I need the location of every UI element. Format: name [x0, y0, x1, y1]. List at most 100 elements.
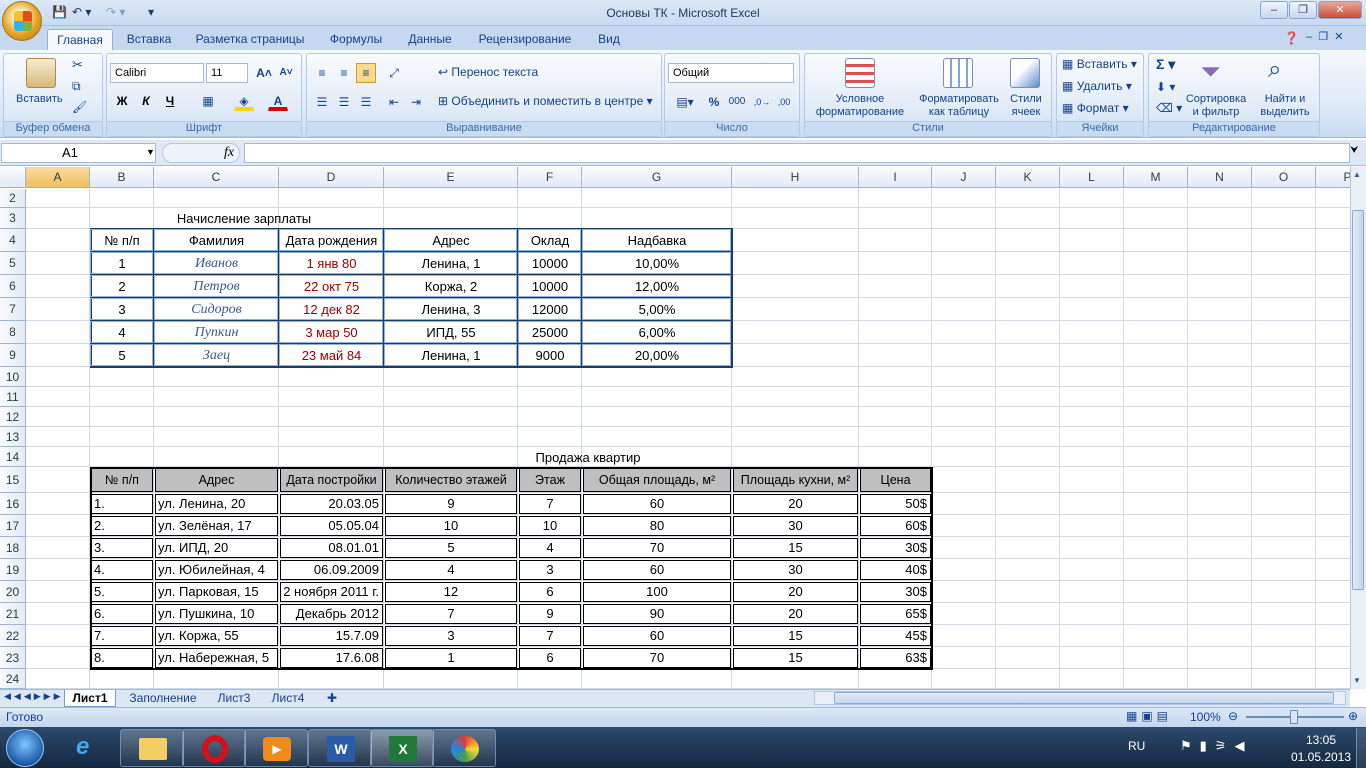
apartments-cell[interactable]: 1. [92, 493, 152, 515]
fill-icon[interactable]: ⬇ ▾ [1156, 81, 1175, 94]
taskbar-explorer[interactable] [120, 729, 184, 767]
salary-cell[interactable]: 5,00% [582, 298, 732, 321]
salary-cell[interactable]: Ленина, 3 [384, 298, 518, 321]
salary-cell[interactable]: 3 [90, 298, 154, 321]
row-header[interactable]: 23 [0, 647, 26, 669]
row-header[interactable]: 11 [0, 387, 26, 407]
apartments-cell[interactable]: ул. Набережная, 5 [156, 647, 277, 669]
column-header[interactable]: A [26, 167, 90, 188]
salary-cell[interactable]: 3 мар 50 [279, 321, 384, 344]
taskbar-opera[interactable] [182, 729, 246, 767]
salary-cell[interactable]: 10,00% [582, 252, 732, 275]
apartments-cell[interactable]: 7 [520, 625, 580, 647]
salary-cell[interactable]: 23 май 84 [279, 344, 384, 367]
italic-button[interactable]: К [136, 91, 156, 111]
apartments-cell[interactable]: 60 [584, 625, 730, 647]
salary-header-cell[interactable]: Дата рождения [279, 229, 384, 252]
apartments-header-cell[interactable]: Этаж [520, 467, 580, 493]
font-color-icon[interactable]: A [268, 91, 288, 111]
apartments-cell[interactable]: 60$ [861, 515, 930, 537]
apartments-cell[interactable]: 40$ [861, 559, 930, 581]
ie-icon[interactable]: e [76, 733, 89, 761]
salary-cell[interactable]: 12 дек 82 [279, 298, 384, 321]
align-bottom-icon[interactable]: ≡ [356, 63, 376, 83]
fill-color-icon[interactable]: ◈ [234, 91, 254, 111]
apartments-header-cell[interactable]: Количество этажей [386, 467, 516, 493]
apartments-cell[interactable]: 45$ [861, 625, 930, 647]
align-top-icon[interactable]: ≡ [312, 63, 332, 83]
vertical-scroll-thumb[interactable] [1352, 210, 1364, 590]
worksheet-grid[interactable]: A B C D E F G H I J K L M N O P 2 3 4 5 6 7 8 9 10 11 12 13 14 15 16 17… [0, 167, 1350, 689]
salary-cell[interactable]: 10000 [518, 252, 582, 275]
column-header[interactable]: K [996, 167, 1060, 188]
row-header[interactable]: 21 [0, 603, 26, 625]
column-header[interactable]: I [859, 167, 932, 188]
paste-icon[interactable] [26, 58, 56, 88]
sort-filter-button[interactable]: Сортировка и фильтр [1184, 93, 1248, 119]
apartments-cell[interactable]: 8. [92, 647, 152, 669]
row-header[interactable]: 4 [0, 229, 26, 252]
decrease-decimal-icon[interactable]: ,00 [774, 92, 794, 112]
apartments-cell[interactable]: 12 [386, 581, 516, 603]
align-right-icon[interactable]: ☰ [356, 92, 376, 112]
column-header[interactable]: N [1188, 167, 1252, 188]
row-header[interactable]: 15 [0, 467, 26, 493]
format-table-icon[interactable] [943, 58, 973, 88]
apartments-header-cell[interactable]: Адрес [156, 467, 277, 493]
tab-review[interactable]: Рецензирование [470, 29, 580, 50]
format-table-button[interactable]: Форматировать как таблицу [914, 93, 1004, 119]
taskbar-paint[interactable] [432, 729, 496, 767]
column-header[interactable]: D [279, 167, 384, 188]
salary-cell[interactable]: 6,00% [582, 321, 732, 344]
apartments-cell[interactable]: 3 [386, 625, 516, 647]
salary-cell[interactable]: Ленина, 1 [384, 252, 518, 275]
underline-button[interactable]: Ч [160, 91, 180, 111]
apartments-cell[interactable]: 2 ноября 2011 г. [281, 581, 382, 603]
salary-cell[interactable]: Коржа, 2 [384, 275, 518, 298]
row-header[interactable]: 19 [0, 559, 26, 581]
apartments-cell[interactable]: 1 [386, 647, 516, 669]
salary-cell[interactable]: 2 [90, 275, 154, 298]
apartments-cell[interactable]: 4. [92, 559, 152, 581]
help-icon[interactable]: ❓ [1284, 31, 1299, 45]
tab-view[interactable]: Вид [590, 29, 628, 50]
zoom-slider-thumb[interactable] [1290, 710, 1298, 724]
apartments-cell[interactable]: 15.7.09 [281, 625, 382, 647]
tray-icons[interactable]: ⚑▮⚞◀ [1180, 738, 1252, 754]
row-header[interactable]: 7 [0, 298, 26, 321]
apartments-cell[interactable]: 65$ [861, 603, 930, 625]
row-header[interactable]: 20 [0, 581, 26, 603]
apartments-cell[interactable]: 6. [92, 603, 152, 625]
doc-window-controls[interactable]: – ❐ ✕ [1306, 30, 1343, 43]
apartments-cell[interactable]: 15 [734, 537, 857, 559]
conditional-format-icon[interactable] [845, 58, 875, 88]
insert-cells-button[interactable]: ▦ Вставить ▾ [1062, 58, 1137, 71]
apartments-cell[interactable]: 15 [734, 647, 857, 669]
apartments-header-cell[interactable]: № п/п [92, 467, 152, 493]
apartments-cell[interactable]: 100 [584, 581, 730, 603]
salary-cell[interactable]: 1 [90, 252, 154, 275]
paste-button[interactable]: Вставить [16, 93, 63, 106]
apartments-header-cell[interactable]: Цена [861, 467, 930, 493]
salary-cell[interactable]: 4 [90, 321, 154, 344]
apartments-header-cell[interactable]: Дата постройки [281, 467, 382, 493]
font-size-select[interactable]: 11 [206, 63, 248, 83]
salary-header-cell[interactable]: Фамилия [154, 229, 279, 252]
taskbar-excel[interactable]: X [370, 729, 434, 767]
salary-cell[interactable]: 9000 [518, 344, 582, 367]
apartments-cell[interactable]: 4 [386, 559, 516, 581]
salary-cell[interactable]: ИПД, 55 [384, 321, 518, 344]
apartments-cell[interactable]: 4 [520, 537, 580, 559]
sheet-tab-4[interactable]: Лист4 [264, 690, 312, 707]
apartments-cell[interactable]: Декабрь 2012 [281, 603, 382, 625]
apartments-cell[interactable]: 30$ [861, 537, 930, 559]
column-header[interactable]: H [732, 167, 859, 188]
column-header[interactable]: C [154, 167, 279, 188]
salary-header-cell[interactable]: Адрес [384, 229, 518, 252]
column-header[interactable]: M [1124, 167, 1188, 188]
column-header[interactable]: O [1252, 167, 1316, 188]
align-middle-icon[interactable]: ≡ [334, 63, 354, 83]
apartments-cell[interactable]: 3 [520, 559, 580, 581]
fx-button[interactable]: fx [224, 145, 234, 161]
taskbar-word[interactable]: W [308, 729, 372, 767]
